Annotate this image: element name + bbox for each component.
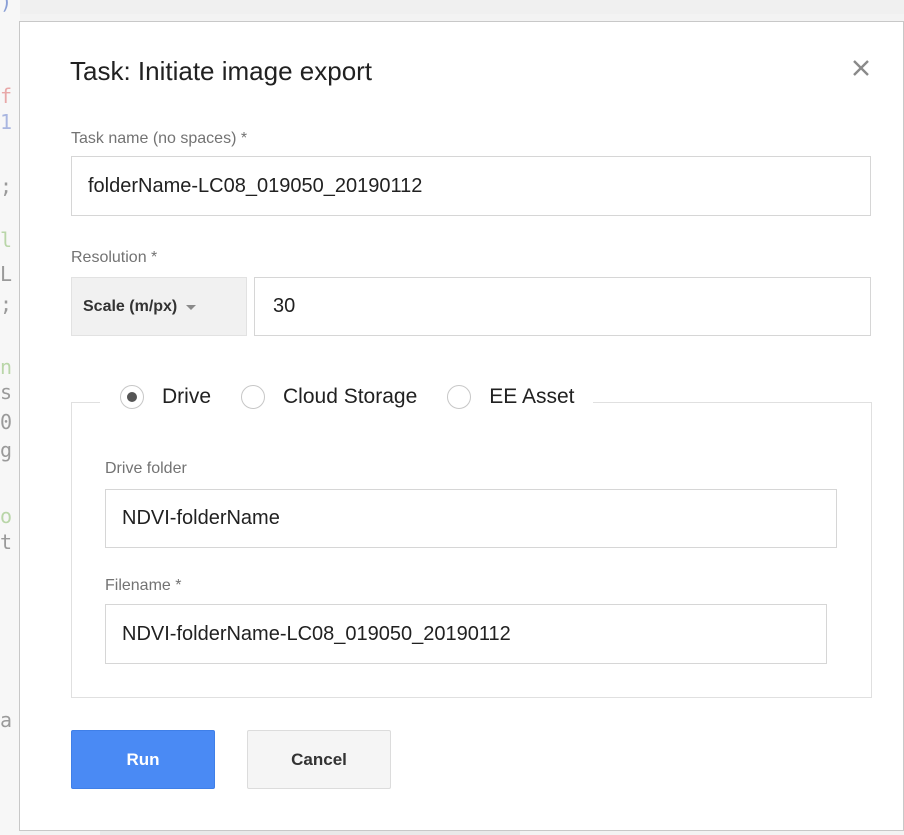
- task-name-input[interactable]: [71, 156, 871, 216]
- dialog-title: Task: Initiate image export: [70, 56, 373, 86]
- filename-label: Filename *: [105, 577, 182, 594]
- radio-checked-icon: [120, 385, 144, 409]
- chevron-down-icon: [186, 305, 197, 310]
- cancel-button[interactable]: Cancel: [247, 730, 391, 789]
- run-button[interactable]: Run: [71, 730, 215, 789]
- radio-ee-asset[interactable]: EE Asset: [447, 385, 575, 409]
- close-icon[interactable]: [848, 54, 876, 82]
- destination-radio-group: Drive Cloud Storage EE Asset: [100, 377, 593, 417]
- background-top-strip: [20, 0, 904, 14]
- radio-unchecked-icon: [447, 385, 472, 409]
- export-dialog: Task: Initiate image export Task name (n…: [19, 21, 904, 831]
- task-name-label: Task name (no spaces) *: [71, 130, 248, 147]
- resolution-value-input[interactable]: [254, 277, 871, 336]
- radio-cloud-storage-label: Cloud Storage: [283, 385, 418, 408]
- resolution-label: Resolution *: [71, 249, 158, 266]
- radio-drive[interactable]: Drive: [120, 385, 211, 409]
- radio-ee-asset-label: EE Asset: [489, 385, 575, 408]
- resolution-mode-value: Scale (m/px): [83, 297, 178, 315]
- radio-cloud-storage[interactable]: Cloud Storage: [241, 385, 417, 409]
- radio-drive-label: Drive: [162, 385, 212, 408]
- radio-unchecked-icon: [241, 385, 266, 409]
- drive-folder-label: Drive folder: [105, 460, 187, 477]
- filename-input[interactable]: [105, 604, 827, 664]
- background-code-editor: ) f 1 ; l L ; n s 0 g o t a: [0, 0, 20, 835]
- drive-folder-input[interactable]: [105, 489, 837, 548]
- resolution-mode-select[interactable]: Scale (m/px): [71, 277, 247, 336]
